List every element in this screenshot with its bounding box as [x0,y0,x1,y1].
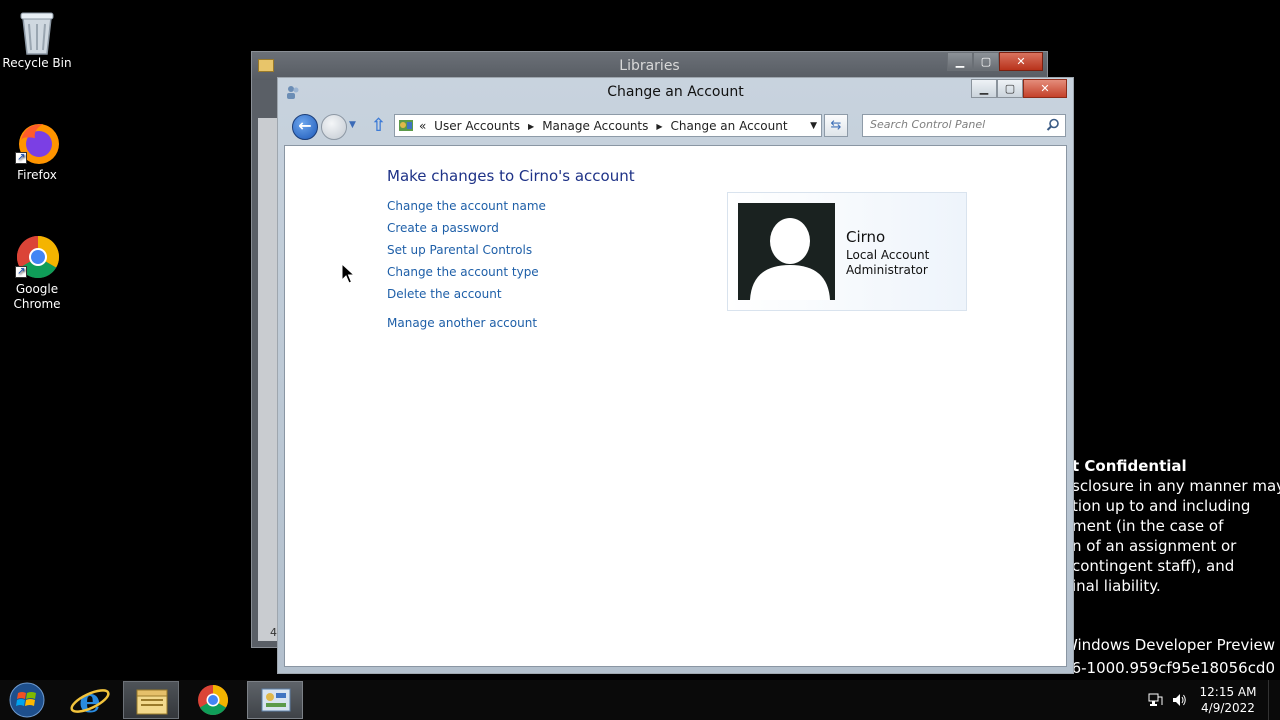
folder-icon [136,689,168,715]
breadcrumb-overflow[interactable]: « [419,119,426,133]
network-icon[interactable] [1147,692,1163,708]
parental-controls-link[interactable]: Set up Parental Controls [387,243,532,257]
back-button[interactable]: ← [292,114,318,140]
window-title: Change an Account [607,84,744,100]
recent-pages-dropdown-icon[interactable]: ▼ [349,120,356,130]
confidential-watermark: t Confidential sclosure in any manner ma… [1072,456,1280,596]
clock-date: 4/9/2022 [1201,701,1255,715]
minimize-button[interactable]: ▁ [947,52,973,71]
account-role: Administrator [846,263,928,277]
taskbar-windows-explorer[interactable] [123,681,179,719]
navigation-bar: ← ▼ ⇧ « User Accounts ▶ Manage Accounts ▶ Ch… [278,112,1073,140]
maximize-button[interactable]: ▢ [973,52,999,71]
desktop-icon-recycle-bin[interactable]: Recycle Bin [0,8,74,71]
create-password-link[interactable]: Create a password [387,221,499,235]
taskbar-google-chrome[interactable] [185,681,241,719]
address-bar[interactable]: « User Accounts ▶ Manage Accounts ▶ Change a… [394,114,822,137]
desktop-icon-label: Recycle Bin [2,56,72,70]
up-arrow-icon[interactable]: ⇧ [371,115,386,136]
watermark-line: n of an assignment or [1072,537,1237,555]
user-accounts-icon [285,84,301,100]
manage-another-account-link[interactable]: Manage another account [387,316,537,330]
libraries-status: 4 [270,626,277,639]
internet-explorer-icon: e [70,681,110,720]
change-account-window[interactable]: Change an Account ▁ ▢ ✕ ← ▼ ⇧ « User Acc… [277,77,1074,674]
maximize-button[interactable]: ▢ [997,79,1023,98]
system-clock[interactable]: 12:15 AM 4/9/2022 [1196,684,1260,716]
desktop-icon-label: Firefox [17,168,57,182]
watermark-line: contingent staff), and [1072,557,1235,575]
build-info-line2: 0806-1000.959cf95e18056cd0 [1042,659,1275,677]
refresh-button[interactable]: ⇆ [824,114,848,137]
content-pane: Make changes to Cirno's account Change t… [284,145,1067,667]
shortcut-arrow-icon [15,150,27,165]
watermark-line: sclosure in any manner may [1072,477,1280,495]
firefox-icon [15,120,59,165]
close-button[interactable]: ✕ [999,52,1043,71]
libraries-title: Libraries [619,58,680,74]
chevron-right-icon[interactable]: ▶ [656,122,662,131]
window-titlebar[interactable]: Change an Account [278,78,1073,108]
breadcrumb-item[interactable]: Manage Accounts [542,119,648,133]
watermark-line: inal liability. [1072,577,1161,595]
folder-icon [258,59,274,72]
change-account-name-link[interactable]: Change the account name [387,199,546,213]
build-info-line1: Windows Developer Preview [1062,636,1275,654]
svg-text:e: e [79,681,101,719]
libraries-titlebar[interactable]: Libraries [252,52,1047,80]
taskbar: e 12:15 AM 4/9/2022 [0,680,1280,720]
watermark-line: tion up to and including [1072,497,1251,515]
shortcut-arrow-icon [15,264,27,279]
mouse-cursor-icon [341,263,355,284]
chevron-down-icon[interactable]: ▼ [810,121,817,131]
control-panel-icon [399,120,413,131]
page-heading: Make changes to Cirno's account [387,167,635,185]
chrome-icon [198,685,229,716]
windows-logo-icon [9,682,45,718]
clock-time: 12:15 AM [1199,685,1257,699]
show-desktop-button[interactable] [1268,680,1280,720]
forward-button[interactable] [321,114,347,140]
watermark-line: ment (in the case of [1072,517,1224,535]
recycle-bin-icon [15,8,59,55]
search-input[interactable] [870,118,1040,131]
chrome-icon [15,234,60,279]
breadcrumb-item[interactable]: Change an Account [671,119,788,133]
desktop-icon-chrome[interactable]: Google Chrome [0,234,74,312]
breadcrumb: « User Accounts ▶ Manage Accounts ▶ Change a… [419,119,792,133]
change-account-type-link[interactable]: Change the account type [387,265,539,279]
user-avatar-icon [738,203,835,300]
desktop-icon-label: Google Chrome [13,282,61,311]
taskbar-internet-explorer[interactable]: e [62,681,118,720]
account-card: Cirno Local Account Administrator [727,192,967,311]
account-type: Local Account [846,248,930,262]
watermark-title: t Confidential [1072,457,1187,475]
search-box[interactable] [862,114,1066,137]
start-button[interactable] [5,681,49,719]
volume-icon[interactable] [1171,692,1187,708]
breadcrumb-item[interactable]: User Accounts [434,119,520,133]
delete-account-link[interactable]: Delete the account [387,287,502,301]
close-button[interactable]: ✕ [1023,79,1067,98]
account-name: Cirno [846,228,886,246]
taskbar-control-panel[interactable] [247,681,303,719]
chevron-right-icon[interactable]: ▶ [528,122,534,131]
desktop-icon-firefox[interactable]: Firefox [0,120,74,183]
search-icon[interactable] [1046,118,1060,132]
minimize-button[interactable]: ▁ [971,79,997,98]
control-panel-icon [261,688,291,712]
